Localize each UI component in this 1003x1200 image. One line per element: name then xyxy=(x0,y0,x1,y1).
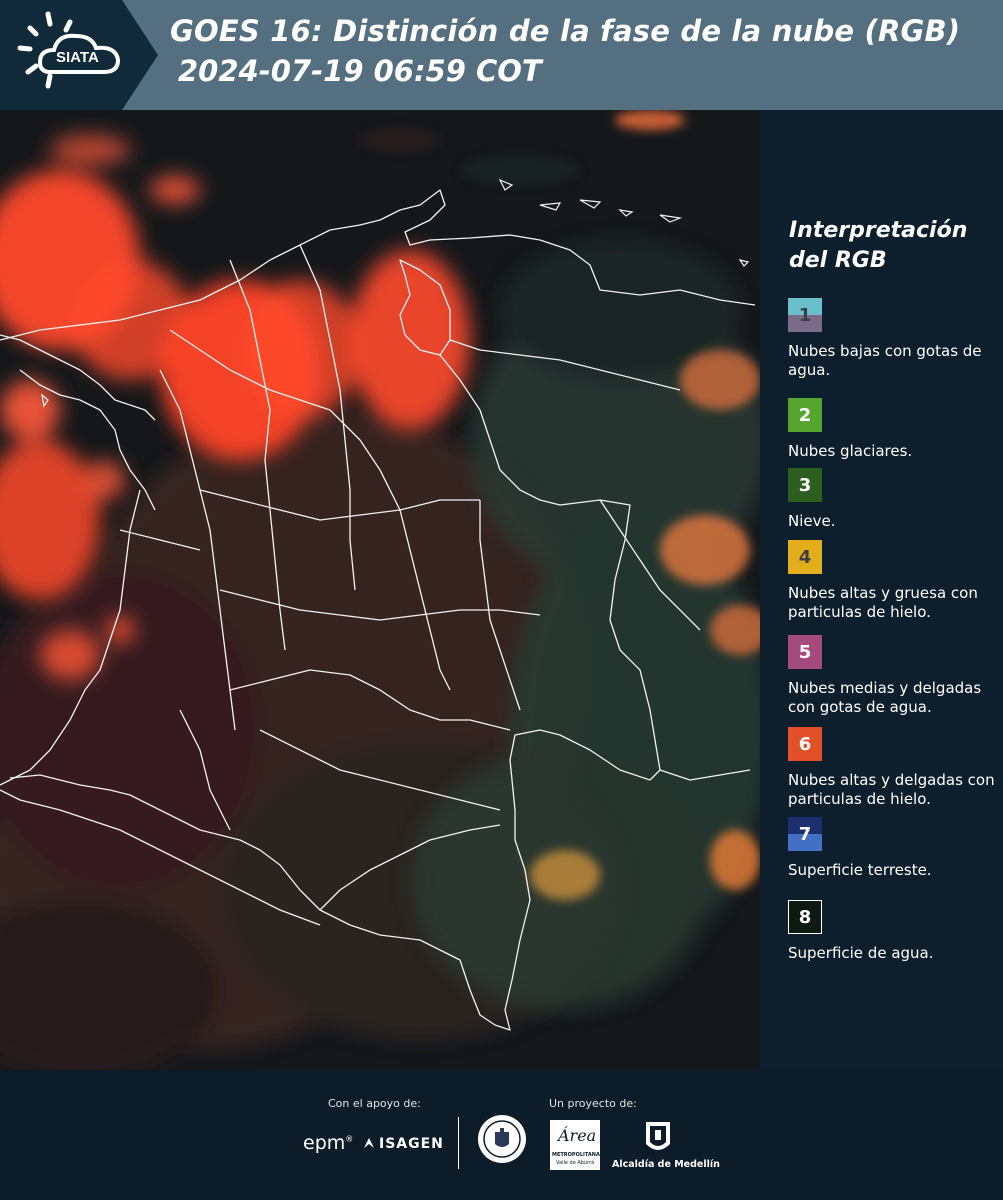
legend-swatch-number: 8 xyxy=(798,906,812,928)
legend-swatch: 6 xyxy=(788,727,822,761)
legend-swatch: 4 xyxy=(788,540,822,574)
legend-swatch-number: 4 xyxy=(798,546,812,568)
epm-logo: epm® xyxy=(303,1132,354,1154)
legend-label: Nubes bajas con gotas de agua. xyxy=(788,342,982,379)
legend-swatch: 1 xyxy=(788,298,822,332)
legend-swatch-number: 7 xyxy=(798,823,812,845)
legend-label: Nubes glaciares. xyxy=(788,442,913,460)
isagen-logo: ISAGEN xyxy=(362,1134,444,1152)
timestamp-title: 2024-07-19 06:59 COT xyxy=(178,54,542,88)
area-metropolitana-logo: Área METROPOLITANA Valle de Aburrá xyxy=(550,1120,600,1170)
legend-swatch: 3 xyxy=(788,468,822,502)
alcaldia-text: Alcaldía de Medellín xyxy=(612,1159,720,1170)
area-metropolitana-sub2: Valle de Aburrá xyxy=(556,1160,595,1166)
epm-logo-text: epm xyxy=(303,1132,346,1154)
footer: Con el apoyo de: Un proyecto de: epm® IS… xyxy=(0,1070,1003,1200)
legend-swatch: 5 xyxy=(788,635,822,669)
footer-divider xyxy=(458,1117,459,1169)
legend-label: Nubes altas y delgadas con particulas de… xyxy=(788,771,995,808)
area-metropolitana-sub: METROPOLITANA xyxy=(552,1152,600,1158)
area-metropolitana-text: Área xyxy=(558,1126,597,1145)
legend-swatch-number: 6 xyxy=(798,733,812,755)
legend-label: Nieve. xyxy=(788,512,836,530)
legend-swatch-number: 1 xyxy=(798,304,812,326)
legend-swatch-number: 2 xyxy=(798,404,812,426)
siata-logo: SIATA xyxy=(0,0,158,110)
legend-swatch: 2 xyxy=(788,398,822,432)
legend-swatch: 8 xyxy=(788,900,822,934)
page-title: GOES 16: Distinción de la fase de la nub… xyxy=(170,14,961,48)
legend-swatch: 7 xyxy=(788,817,822,851)
legend-label: Nubes altas y gruesa con particulas de h… xyxy=(788,584,978,621)
legend-swatch-number: 5 xyxy=(798,641,812,663)
legend-label: Superficie de agua. xyxy=(788,944,934,962)
legend-title-line2: del RGB xyxy=(789,248,887,273)
siata-logo-text: SIATA xyxy=(56,49,99,66)
legend-panel: Interpretación del RGB 1 Nubes bajas con … xyxy=(760,110,1003,1070)
satellite-image xyxy=(0,110,760,1070)
legend-title-line1: Interpretación xyxy=(789,218,968,243)
alcaldia-medellin-logo: Alcaldía de Medellín xyxy=(612,1118,720,1178)
project-caption: Un proyecto de: xyxy=(549,1097,637,1110)
support-caption: Con el apoyo de: xyxy=(328,1097,421,1110)
isagen-logo-text: ISAGEN xyxy=(379,1136,444,1152)
legend-label: Superficie terreste. xyxy=(788,861,932,879)
header-bar: SIATA GOES 16: Distinción de la fase de … xyxy=(0,0,1003,110)
legend-label: Nubes medias y delgadas con gotas de agu… xyxy=(788,679,982,716)
legend-title: Interpretación del RGB xyxy=(789,216,989,276)
alcaldia-seal-logo xyxy=(477,1114,527,1164)
legend-swatch-number: 3 xyxy=(798,474,812,496)
isagen-icon xyxy=(362,1136,376,1150)
